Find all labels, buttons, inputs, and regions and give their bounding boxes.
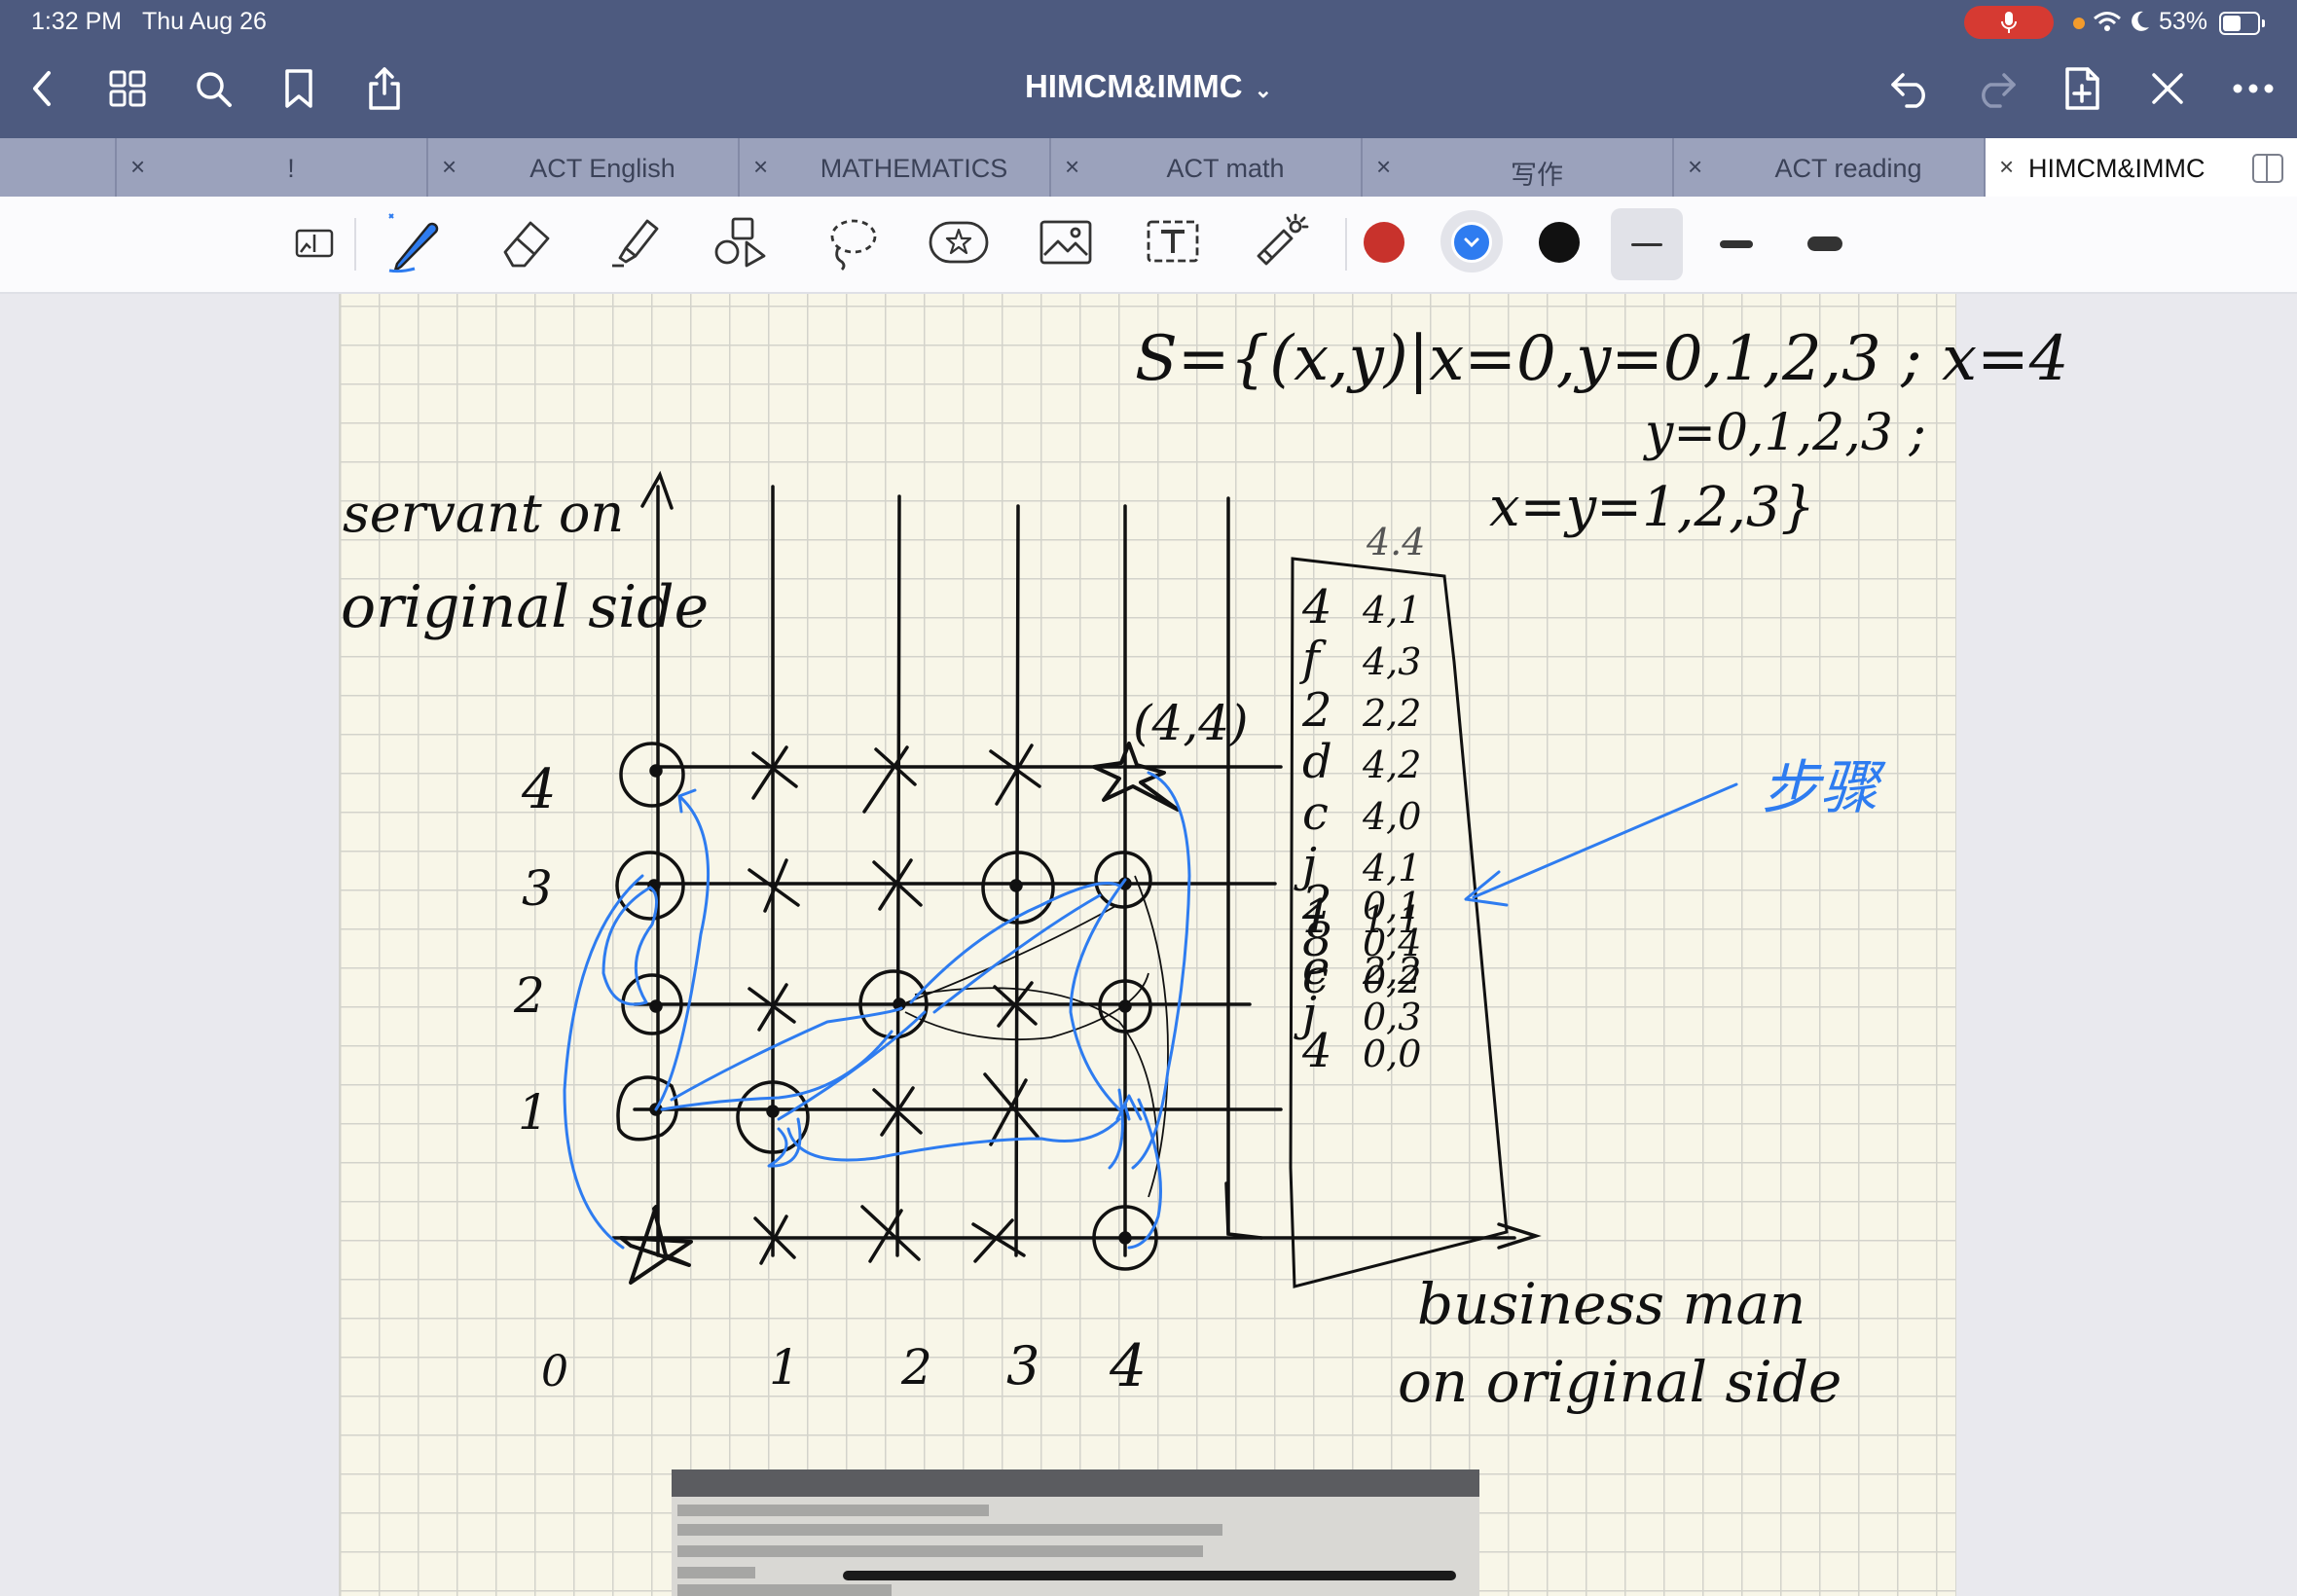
- table-step-label: 4: [1301, 1024, 1332, 1078]
- handwritten-diagram: S={(x,y)|x=0,y=0,1,2,3 ; x=4 y=0,1,2,3 ;…: [341, 323, 2068, 1415]
- table-state-value: 4,0: [1362, 795, 1421, 838]
- x-tick: 0: [541, 1347, 568, 1396]
- corner-label: (4,4): [1133, 695, 1249, 751]
- step-annotation: 步骤: [1762, 754, 1886, 822]
- set-definition-line-3: x=y=1,2,3}: [1489, 476, 1815, 539]
- x-axis-title-2: on original side: [1398, 1349, 1841, 1415]
- transition-lines: [896, 875, 1169, 1198]
- scroll-indicator[interactable]: [843, 1571, 1456, 1580]
- photo-editor-toolbar: [672, 1497, 1479, 1596]
- table-state-value: 4,3: [1362, 640, 1421, 683]
- y-tick: 2: [513, 967, 545, 1024]
- table-state-value: 4,2: [1362, 744, 1421, 786]
- y-tick: 1: [518, 1084, 549, 1141]
- table-state-value: 4,1: [1362, 589, 1421, 632]
- y-tick: 4: [521, 758, 557, 821]
- table-step-label: d: [1302, 735, 1332, 789]
- y-axis-title-2: original side: [341, 573, 709, 641]
- x-axis-title-1: business man: [1417, 1271, 1805, 1337]
- table-state-value: 2,2: [1362, 692, 1421, 735]
- x-tick: 2: [900, 1339, 932, 1396]
- table-header: 4.4: [1366, 521, 1425, 563]
- table-step-label: 2: [1301, 683, 1332, 738]
- y-axis-title-1: servant on: [343, 483, 624, 544]
- x-tick: 3: [1006, 1335, 1039, 1396]
- table-state-value: 4,1: [1362, 847, 1421, 889]
- set-definition-line-2: y=0,1,2,3 ;: [1643, 404, 1926, 462]
- x-tick: 1: [769, 1339, 800, 1396]
- table-step-label: c: [1302, 786, 1329, 841]
- photo-window-titlebar: [672, 1469, 1479, 1497]
- step-table: 4 4,1f 4,32 2,2d 4,2c 4,0j 4,11 1,1e 2,22 0,18 0,4…: [1294, 580, 1421, 1078]
- table-state-value: 0,0: [1363, 1033, 1421, 1075]
- x-tick: 4: [1109, 1332, 1147, 1400]
- set-definition-line-1: S={(x,y)|x=0,y=0,1,2,3 ; x=4: [1135, 323, 2068, 395]
- table-step-label: f: [1299, 632, 1327, 686]
- y-tick: 3: [522, 860, 553, 917]
- table-step-label: 4: [1301, 580, 1332, 635]
